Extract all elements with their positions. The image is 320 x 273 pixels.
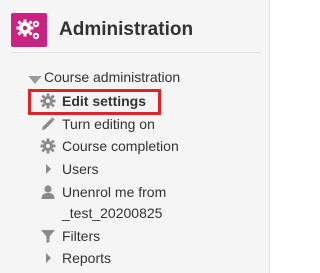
tree-item-label: Turn editing on: [62, 116, 155, 132]
divider: [11, 52, 261, 53]
caret-right-icon: [46, 253, 51, 263]
caret-right-icon: [46, 164, 51, 174]
tree-item-label: Reports: [62, 250, 112, 266]
filter-icon: [41, 230, 55, 243]
tree-item-label: Course completion: [62, 138, 179, 154]
tree-item-label: Edit settings: [62, 93, 147, 109]
cogs-icon: [11, 13, 47, 47]
tree-item-label: Course administration: [44, 69, 181, 85]
pencil-icon: [42, 117, 55, 130]
gear-icon: [40, 93, 56, 109]
tree-item-label-line2: _test_20200825: [62, 205, 163, 221]
user-icon: [41, 185, 55, 199]
block-header: Administration: [11, 13, 266, 47]
tree-item-label-line1: Unenrol me from: [62, 184, 167, 200]
gear-icon: [40, 138, 56, 154]
tree-item-label: Filters: [62, 228, 101, 244]
administration-block: Administration Course administration Edi…: [0, 0, 270, 273]
tree-item-label: Users: [62, 161, 99, 177]
block-title: Administration: [59, 19, 194, 40]
caret-down-icon: [28, 76, 42, 84]
